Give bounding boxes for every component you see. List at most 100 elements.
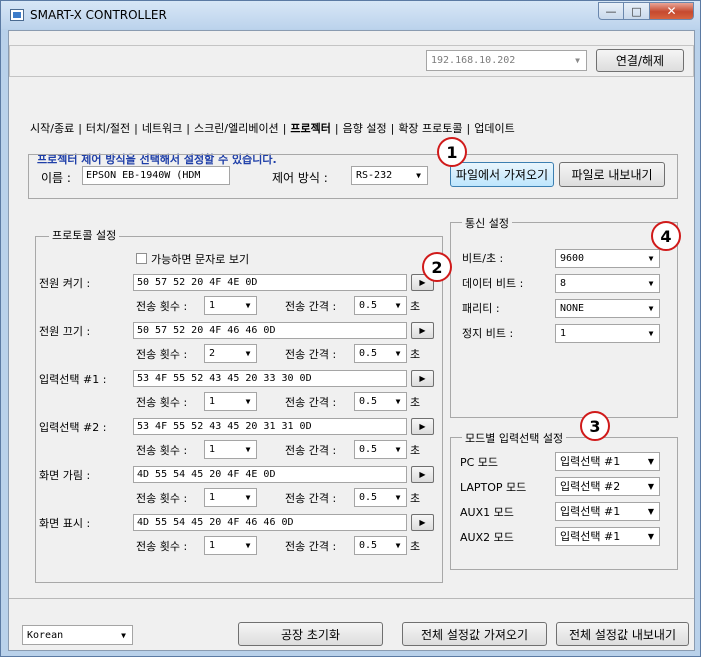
send-interval-select[interactable]: 0.5 ▼ — [354, 296, 407, 315]
send-count-value: 2 — [209, 348, 216, 359]
send-count-value: 1 — [209, 300, 216, 311]
chevron-down-icon: ▼ — [395, 349, 401, 358]
ip-address-value: 192.168.10.202 — [431, 55, 516, 66]
comm-panel-title: 통신 설정 — [462, 215, 512, 231]
tab-7[interactable]: 업데이트 — [473, 122, 515, 135]
command-hex-input[interactable]: 53 4F 55 52 43 45 20 33 30 0D — [133, 370, 407, 387]
mode-label: AUX2 모드 — [460, 531, 514, 544]
maximize-button[interactable]: □ — [624, 2, 650, 20]
mode-label: PC 모드 — [460, 456, 499, 469]
tab-0[interactable]: 시작/종료 — [29, 122, 75, 135]
chevron-down-icon: ▼ — [648, 329, 654, 338]
send-command-button[interactable]: ▶ — [411, 514, 434, 531]
tab-6[interactable]: 확장 프로토콜 — [397, 122, 463, 135]
send-command-button[interactable]: ▶ — [411, 418, 434, 435]
language-value: Korean — [27, 629, 64, 641]
command-hex-input[interactable]: 50 57 52 20 4F 46 46 0D — [133, 322, 407, 339]
chevron-down-icon: ▼ — [648, 304, 654, 313]
connection-bar — [9, 45, 694, 77]
tab-5[interactable]: 음향 설정 — [342, 122, 388, 135]
command-label: 화면 가림 : — [39, 469, 91, 482]
chevron-down-icon: ▼ — [245, 301, 251, 310]
connect-button[interactable]: 연결/해제 — [596, 49, 684, 72]
title-bar[interactable]: SMART-X CONTROLLER — □ ✕ — [1, 1, 700, 29]
chevron-down-icon: ▼ — [647, 482, 655, 491]
send-interval-label: 전송 간격 : — [285, 348, 337, 361]
command-hex-input[interactable]: 50 57 52 20 4F 4E 0D — [133, 274, 407, 291]
send-count-select[interactable]: 1 ▼ — [204, 536, 257, 555]
callout-3: 3 — [580, 411, 610, 441]
close-button[interactable]: ✕ — [650, 2, 694, 20]
send-interval-select[interactable]: 0.5 ▼ — [354, 344, 407, 363]
comm-setting-select[interactable]: 9600 ▼ — [555, 249, 660, 268]
tab-separator: | — [134, 122, 138, 135]
command-hex-input[interactable]: 4D 55 54 45 20 4F 46 46 0D — [133, 514, 407, 531]
footer-divider — [9, 598, 694, 599]
chevron-down-icon: ▼ — [395, 301, 401, 310]
send-count-label: 전송 횟수 : — [136, 444, 188, 457]
tab-2[interactable]: 네트워크 — [141, 122, 183, 135]
command-hex-input[interactable]: 4D 55 54 45 20 4F 4E 0D — [133, 466, 407, 483]
control-method-label: 제어 방식 : — [272, 171, 328, 185]
tab-4[interactable]: 프로젝터 — [289, 122, 331, 135]
comm-setting-label: 데이터 비트 : — [462, 277, 524, 290]
comm-setting-select[interactable]: NONE ▼ — [555, 299, 660, 318]
mode-input-select[interactable]: 입력선택 #1 ▼ — [555, 502, 660, 521]
send-command-button[interactable]: ▶ — [411, 466, 434, 483]
control-method-value: RS-232 — [356, 170, 393, 181]
ip-address-select[interactable]: 192.168.10.202 ▼ — [426, 50, 587, 71]
factory-reset-button[interactable]: 공장 초기화 — [238, 622, 383, 646]
comm-setting-value: 9600 — [560, 253, 585, 264]
send-interval-select[interactable]: 0.5 ▼ — [354, 440, 407, 459]
tab-3[interactable]: 스크린/엘리베이션 — [193, 122, 280, 135]
language-select[interactable]: Korean ▼ — [22, 625, 133, 645]
name-label: 이름 : — [41, 171, 71, 185]
mode-input-value: 입력선택 #2 — [560, 480, 621, 493]
chevron-down-icon: ▼ — [416, 171, 421, 180]
send-command-button[interactable]: ▶ — [411, 322, 434, 339]
minimize-button[interactable]: — — [598, 2, 624, 20]
import-all-settings-button[interactable]: 전체 설정값 가져오기 — [402, 622, 547, 646]
send-count-select[interactable]: 1 ▼ — [204, 296, 257, 315]
comm-setting-label: 비트/초 : — [462, 252, 504, 265]
tab-separator: | — [466, 122, 471, 135]
send-interval-label: 전송 간격 : — [285, 492, 337, 505]
text-view-checkbox[interactable] — [136, 253, 147, 264]
client-area: 192.168.10.202 ▼ 연결/해제 시작/종료 | 터치/절전 | 네트워크 |… — [8, 30, 695, 651]
send-command-button[interactable]: ▶ — [411, 370, 434, 387]
mode-input-select[interactable]: 입력선택 #2 ▼ — [555, 477, 660, 496]
command-label: 전원 켜기 : — [39, 277, 91, 290]
seconds-unit: 초 — [410, 444, 421, 457]
tab-1[interactable]: 터치/절전 — [85, 122, 131, 135]
command-label: 입력선택 #1 : — [39, 373, 107, 386]
name-input[interactable]: EPSON EB-1940W (HDM — [82, 166, 230, 185]
send-count-value: 1 — [209, 540, 216, 551]
comm-setting-select[interactable]: 8 ▼ — [555, 274, 660, 293]
command-hex-input[interactable]: 53 4F 55 52 43 45 20 31 31 0D — [133, 418, 407, 435]
send-count-select[interactable]: 1 ▼ — [204, 440, 257, 459]
callout-4: 4 — [651, 221, 681, 251]
chevron-down-icon: ▼ — [647, 507, 655, 516]
control-method-select[interactable]: RS-232 ▼ — [351, 166, 428, 185]
export-to-file-button[interactable]: 파일로 내보내기 — [559, 162, 665, 187]
mode-input-select[interactable]: 입력선택 #1 ▼ — [555, 527, 660, 546]
send-count-select[interactable]: 1 ▼ — [204, 392, 257, 411]
import-from-file-button[interactable]: 파일에서 가져오기 — [450, 162, 554, 187]
play-icon: ▶ — [419, 518, 426, 527]
send-count-select[interactable]: 1 ▼ — [204, 488, 257, 507]
send-count-label: 전송 횟수 : — [136, 348, 188, 361]
export-all-settings-button[interactable]: 전체 설정값 내보내기 — [556, 622, 689, 646]
seconds-unit: 초 — [410, 348, 421, 361]
app-window-icon — [10, 9, 24, 21]
comm-setting-select[interactable]: 1 ▼ — [555, 324, 660, 343]
chevron-down-icon: ▼ — [245, 541, 251, 550]
send-interval-select[interactable]: 0.5 ▼ — [354, 488, 407, 507]
send-interval-select[interactable]: 0.5 ▼ — [354, 392, 407, 411]
send-count-select[interactable]: 2 ▼ — [204, 344, 257, 363]
send-interval-label: 전송 간격 : — [285, 396, 337, 409]
send-interval-select[interactable]: 0.5 ▼ — [354, 536, 407, 555]
chevron-down-icon: ▼ — [395, 445, 401, 454]
play-icon: ▶ — [419, 326, 426, 335]
play-icon: ▶ — [419, 278, 426, 287]
mode-input-select[interactable]: 입력선택 #1 ▼ — [555, 452, 660, 471]
